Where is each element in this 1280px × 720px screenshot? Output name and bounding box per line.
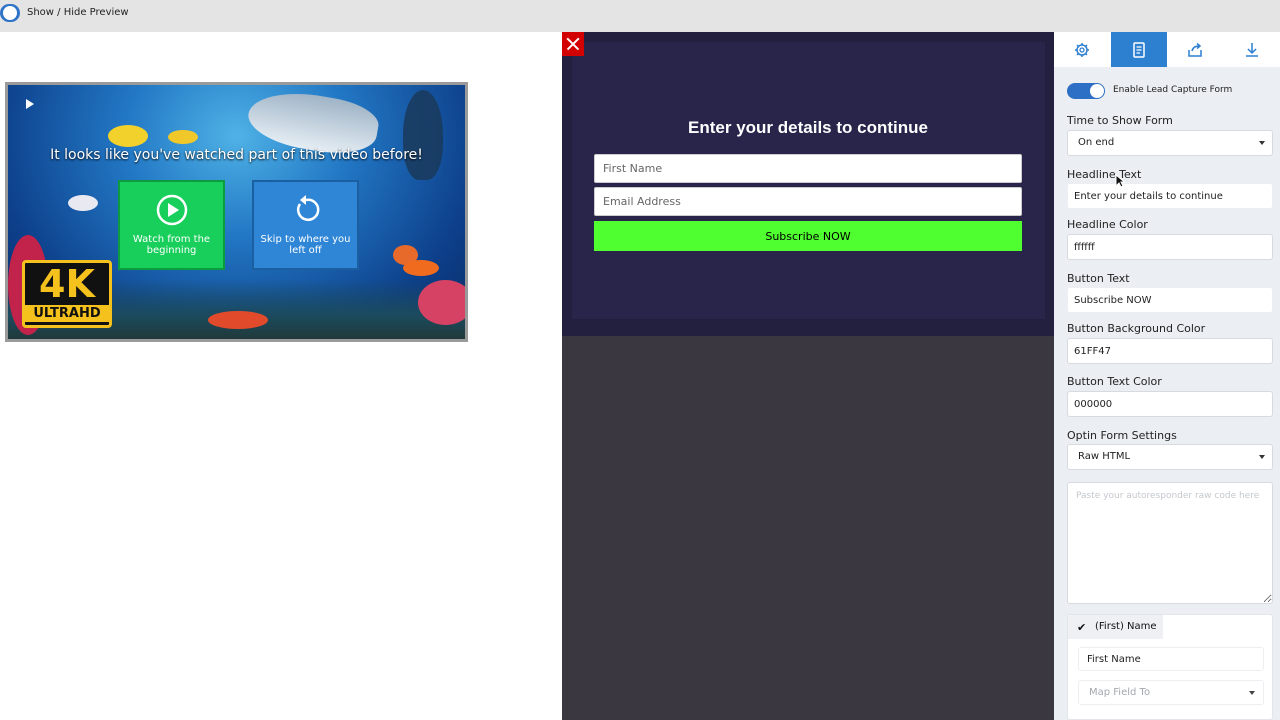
caret-down-icon (1259, 141, 1265, 145)
skip-to-left-off-button[interactable]: Skip to where you left off (252, 180, 359, 270)
tab-share[interactable] (1167, 32, 1224, 67)
optin-form-settings-label: Optin Form Settings (1067, 429, 1177, 442)
badge-4k-text: 4K (39, 262, 95, 306)
button-text-input[interactable] (1067, 287, 1273, 313)
button-bg-color-input[interactable] (1067, 338, 1273, 364)
first-name-field-chip[interactable]: ✔ (First) Name (1068, 615, 1163, 639)
button-bg-color-label: Button Background Color (1067, 322, 1206, 335)
checkmark-icon: ✔ (1077, 621, 1087, 634)
watch-from-beginning-button[interactable]: Watch from the beginning (118, 180, 225, 270)
penguin-watermark (403, 90, 443, 180)
tab-download[interactable] (1224, 32, 1280, 67)
coral-decoration (168, 130, 198, 144)
form-icon (1133, 41, 1145, 58)
badge-ultrahd-text: ULTRAHD (25, 305, 109, 322)
play-circle-icon (156, 194, 187, 226)
gear-icon (1075, 42, 1090, 57)
skip-to-left-off-label: Skip to where you left off (260, 234, 351, 256)
settings-panel: Enable Lead Capture Form Time to Show Fo… (1054, 32, 1280, 720)
enable-lead-capture-label: Enable Lead Capture Form (1113, 85, 1233, 95)
field-name-input[interactable] (1078, 647, 1264, 671)
form-preview-area: Enter your details to continue Subscribe… (562, 32, 1054, 720)
video-player[interactable]: It looks like you've watched part of thi… (5, 82, 468, 342)
coral-decoration (403, 260, 439, 276)
preview-toggle-label: Show / Hide Preview (27, 7, 129, 18)
raw-code-textarea[interactable] (1067, 482, 1273, 604)
mouse-cursor-icon (1115, 174, 1125, 188)
coral-decoration (418, 280, 465, 325)
optin-form-value: Raw HTML (1078, 451, 1131, 462)
headline-text-input[interactable] (1067, 183, 1273, 209)
field-mapping-card: ✔ (First) Name Map Field To (1067, 614, 1273, 720)
button-text-color-input[interactable] (1067, 391, 1273, 417)
tab-settings[interactable] (1054, 32, 1111, 67)
headline-color-input[interactable] (1067, 234, 1273, 260)
download-icon (1245, 42, 1258, 57)
form-preview-frame: Enter your details to continue Subscribe… (562, 32, 1054, 336)
headline-text-label: Headline Text (1067, 168, 1142, 181)
headline-color-label: Headline Color (1067, 218, 1148, 231)
time-to-show-label: Time to Show Form (1067, 114, 1173, 127)
button-text-color-label: Button Text Color (1067, 375, 1162, 388)
email-address-input[interactable] (594, 187, 1022, 216)
coral-decoration (68, 195, 98, 211)
close-icon[interactable] (562, 32, 584, 56)
caret-down-icon (1259, 455, 1265, 459)
optin-form-select[interactable]: Raw HTML (1067, 444, 1273, 470)
watch-from-beginning-label: Watch from the beginning (132, 234, 211, 256)
subscribe-button[interactable]: Subscribe NOW (594, 221, 1022, 251)
first-name-input[interactable] (594, 154, 1022, 183)
button-text-label: Button Text (1067, 272, 1130, 285)
map-field-select[interactable]: Map Field To (1078, 680, 1264, 705)
enable-lead-capture-toggle[interactable] (1067, 83, 1105, 99)
rewind-arrow-icon (296, 195, 319, 221)
preview-toggle[interactable] (0, 4, 20, 22)
tab-lead-form[interactable] (1110, 32, 1167, 67)
4k-ultrahd-badge: 4K ULTRAHD (22, 260, 112, 328)
time-to-show-select[interactable]: On end (1067, 130, 1273, 156)
resume-message: It looks like you've watched part of thi… (50, 147, 423, 163)
panel-tabs (1054, 32, 1280, 67)
coral-decoration (208, 311, 268, 329)
share-icon (1188, 42, 1202, 57)
top-bar: Show / Hide Preview (0, 0, 1280, 32)
time-to-show-value: On end (1078, 137, 1115, 148)
play-icon[interactable] (26, 99, 34, 109)
first-name-field-label: (First) Name (1095, 621, 1157, 632)
coral-decoration (108, 125, 148, 147)
map-field-placeholder: Map Field To (1089, 687, 1151, 698)
caret-down-icon (1249, 691, 1255, 695)
form-headline: Enter your details to continue (688, 118, 928, 137)
